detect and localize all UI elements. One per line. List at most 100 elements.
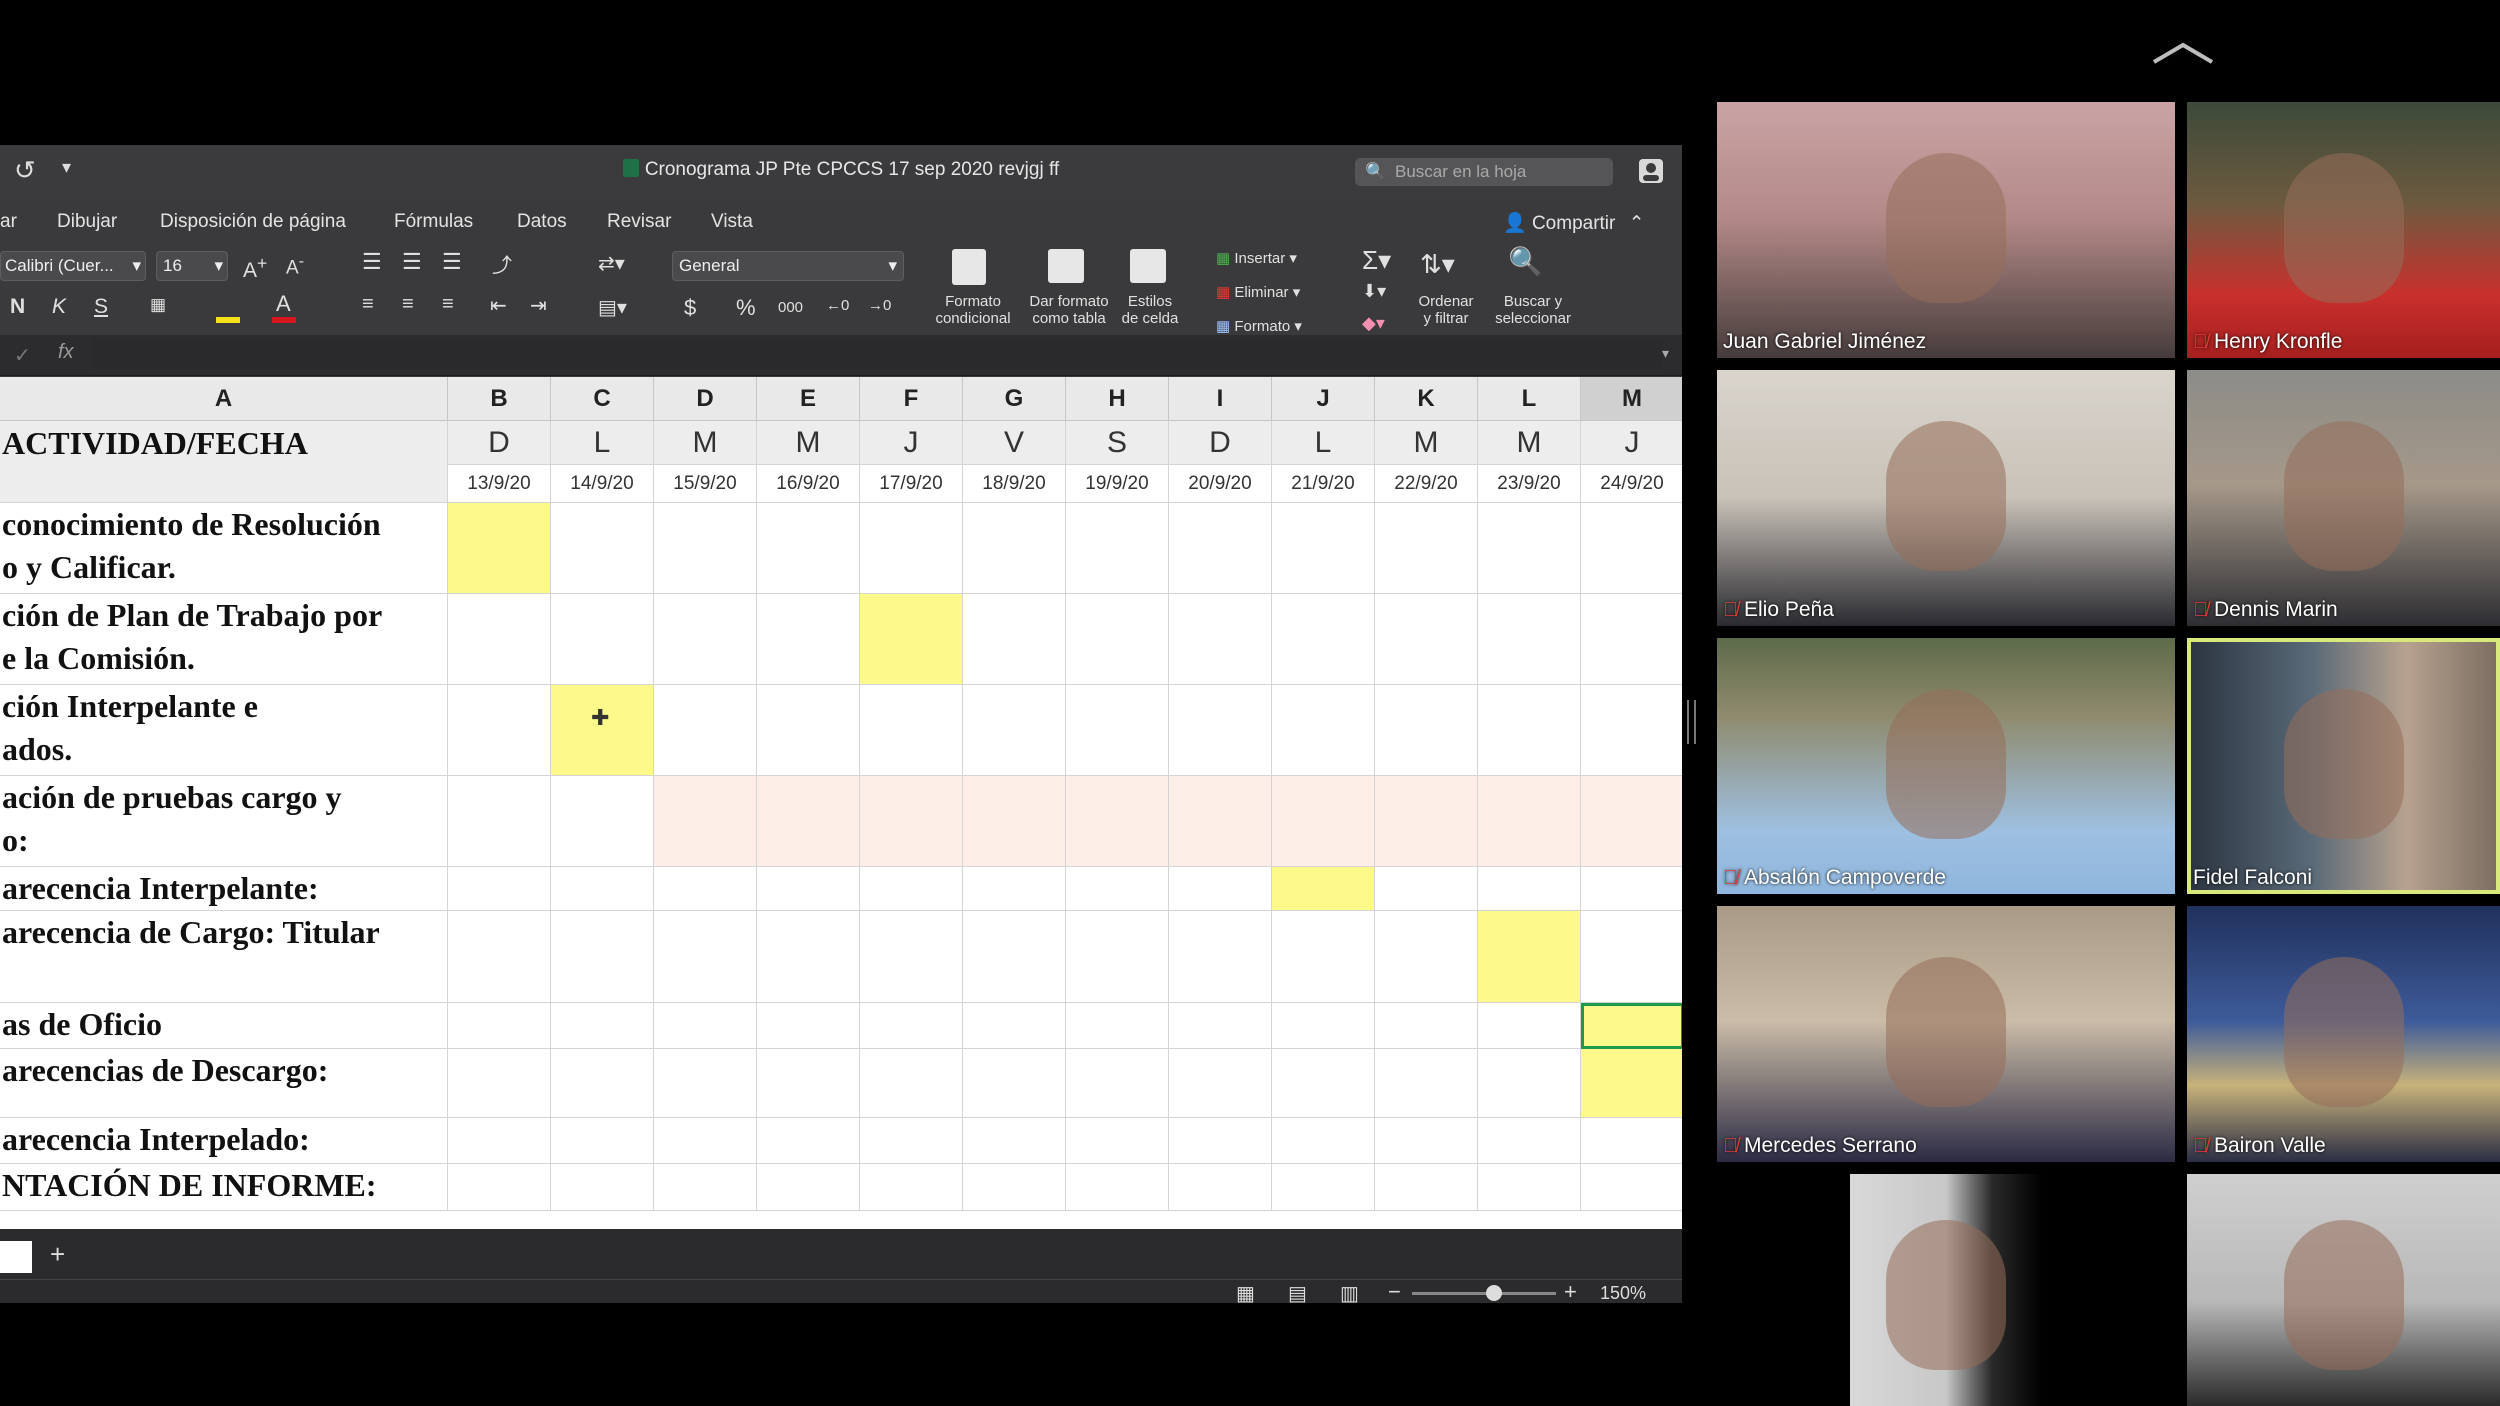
schedule-cell[interactable] bbox=[551, 1164, 654, 1211]
schedule-cell[interactable] bbox=[860, 1003, 963, 1049]
schedule-cell[interactable] bbox=[1478, 1049, 1581, 1118]
schedule-cell[interactable] bbox=[963, 685, 1066, 776]
participant-tile[interactable]: 🎙̸ Mercedes Serrano bbox=[1717, 906, 2175, 1162]
font-name-select[interactable]: Calibri (Cuer... ▾ bbox=[0, 251, 146, 281]
day-cell[interactable]: M bbox=[757, 421, 860, 465]
activity-cell[interactable]: arecencias de Descargo: bbox=[0, 1049, 448, 1118]
column-header-f[interactable]: F bbox=[860, 377, 963, 421]
schedule-cell[interactable] bbox=[1478, 776, 1581, 867]
align-right-icon[interactable]: ≡ bbox=[442, 293, 454, 316]
schedule-cell[interactable] bbox=[551, 594, 654, 685]
participant-tile[interactable]: 🎙̸ Absalón Campoverde bbox=[1717, 638, 2175, 894]
schedule-cell[interactable] bbox=[963, 594, 1066, 685]
add-sheet-button[interactable]: + bbox=[50, 1239, 65, 1270]
schedule-cell[interactable] bbox=[1066, 911, 1169, 1003]
zoom-in-button[interactable]: + bbox=[1564, 1279, 1577, 1303]
schedule-cell[interactable] bbox=[448, 867, 551, 911]
delete-button[interactable]: ▦ Eliminar ▾ bbox=[1216, 283, 1300, 301]
day-cell[interactable]: M bbox=[1478, 421, 1581, 465]
schedule-cell[interactable] bbox=[1581, 594, 1682, 685]
align-middle-icon[interactable]: ☰ bbox=[402, 249, 422, 275]
sort-filter-label[interactable]: Ordenar y filtrar bbox=[1408, 293, 1484, 327]
sheet-tab[interactable] bbox=[0, 1241, 32, 1273]
panel-splitter[interactable] bbox=[1687, 700, 1696, 744]
participant-tile[interactable] bbox=[2187, 1174, 2500, 1406]
bold-button[interactable]: N bbox=[10, 295, 25, 319]
highlighted-cell[interactable]: ✚ bbox=[551, 685, 654, 776]
schedule-cell[interactable] bbox=[654, 1049, 757, 1118]
schedule-cell[interactable] bbox=[963, 911, 1066, 1003]
formula-input[interactable] bbox=[92, 339, 1662, 369]
highlighted-cell[interactable] bbox=[1478, 911, 1581, 1003]
schedule-cell[interactable] bbox=[1581, 867, 1682, 911]
font-color-button[interactable] bbox=[272, 317, 296, 323]
schedule-cell[interactable] bbox=[1375, 594, 1478, 685]
tab-dibujar[interactable]: Dibujar bbox=[57, 211, 117, 233]
date-cell[interactable]: 18/9/20 bbox=[963, 465, 1066, 503]
schedule-cell[interactable] bbox=[448, 594, 551, 685]
tab-vista[interactable]: Vista bbox=[711, 211, 753, 233]
activity-cell[interactable]: arecencia Interpelante: bbox=[0, 867, 448, 911]
page-break-icon[interactable]: ▥ bbox=[1340, 1281, 1359, 1303]
highlighted-cell[interactable] bbox=[1581, 1049, 1682, 1118]
activity-header-cell[interactable]: ACTIVIDAD/FECHA bbox=[0, 421, 448, 503]
activity-cell[interactable]: conocimiento de Resolución o y Calificar. bbox=[0, 503, 448, 594]
schedule-cell[interactable] bbox=[1375, 911, 1478, 1003]
clear-icon[interactable]: ◆▾ bbox=[1362, 313, 1385, 334]
find-select-icon[interactable]: 🔍 bbox=[1508, 245, 1543, 278]
schedule-cell[interactable] bbox=[1478, 1118, 1581, 1164]
schedule-cell[interactable] bbox=[448, 1164, 551, 1211]
schedule-cell[interactable] bbox=[448, 911, 551, 1003]
schedule-cell[interactable] bbox=[757, 911, 860, 1003]
highlighted-cell[interactable] bbox=[1581, 1003, 1682, 1049]
schedule-cell[interactable] bbox=[551, 1049, 654, 1118]
schedule-cell[interactable] bbox=[1581, 911, 1682, 1003]
page-layout-icon[interactable]: ▤ bbox=[1288, 1281, 1307, 1303]
schedule-cell[interactable] bbox=[551, 776, 654, 867]
increase-decimal-icon[interactable]: ←0 bbox=[826, 297, 849, 314]
cell-styles-button[interactable] bbox=[1120, 249, 1182, 289]
align-left-icon[interactable]: ≡ bbox=[362, 293, 374, 316]
schedule-cell[interactable] bbox=[551, 1118, 654, 1164]
spreadsheet-grid[interactable]: A B C D E F G H I J K L M ACTIVIDAD/FECHA D L M M J V S D L M M J… bbox=[0, 377, 1682, 1229]
schedule-cell[interactable] bbox=[654, 1164, 757, 1211]
schedule-cell[interactable] bbox=[551, 911, 654, 1003]
date-cell[interactable]: 24/9/20 bbox=[1581, 465, 1682, 503]
schedule-cell[interactable] bbox=[1375, 867, 1478, 911]
conditional-format-button[interactable] bbox=[940, 249, 1002, 289]
schedule-cell[interactable] bbox=[1066, 867, 1169, 911]
schedule-cell[interactable] bbox=[1169, 776, 1272, 867]
schedule-cell[interactable] bbox=[1478, 594, 1581, 685]
highlighted-cell[interactable] bbox=[448, 503, 551, 594]
schedule-cell[interactable] bbox=[1169, 685, 1272, 776]
decrease-font-icon[interactable]: A- bbox=[286, 253, 304, 279]
format-as-table-button[interactable] bbox=[1036, 249, 1098, 289]
column-header-g[interactable]: G bbox=[963, 377, 1066, 421]
schedule-cell[interactable] bbox=[963, 1164, 1066, 1211]
activity-cell[interactable]: ción de Plan de Trabajo por e la Comisión… bbox=[0, 594, 448, 685]
schedule-cell[interactable] bbox=[1581, 1118, 1682, 1164]
schedule-cell[interactable] bbox=[1478, 503, 1581, 594]
number-format-select[interactable]: General ▾ bbox=[672, 251, 904, 281]
participant-tile[interactable]: 🎙̸ Bairon Valle bbox=[2187, 906, 2500, 1162]
column-header-l[interactable]: L bbox=[1478, 377, 1581, 421]
date-cell[interactable]: 14/9/20 bbox=[551, 465, 654, 503]
schedule-cell[interactable] bbox=[757, 1118, 860, 1164]
schedule-cell[interactable] bbox=[1375, 1003, 1478, 1049]
schedule-cell[interactable] bbox=[1272, 1118, 1375, 1164]
activity-cell[interactable]: NTACIÓN DE INFORME: bbox=[0, 1164, 448, 1211]
schedule-cell[interactable] bbox=[1169, 503, 1272, 594]
schedule-cell[interactable] bbox=[1169, 1003, 1272, 1049]
column-header-m[interactable]: M bbox=[1581, 377, 1682, 421]
schedule-cell[interactable] bbox=[1581, 1164, 1682, 1211]
column-header-a[interactable]: A bbox=[0, 377, 448, 421]
schedule-cell[interactable] bbox=[1066, 594, 1169, 685]
underline-button[interactable]: S bbox=[94, 295, 108, 319]
schedule-cell[interactable] bbox=[654, 776, 757, 867]
participant-tile[interactable]: Fidel Falconi bbox=[2187, 638, 2500, 894]
autosum-icon[interactable]: Σ▾ bbox=[1362, 245, 1391, 276]
schedule-cell[interactable] bbox=[963, 867, 1066, 911]
italic-button[interactable]: K bbox=[52, 295, 66, 319]
schedule-cell[interactable] bbox=[757, 1003, 860, 1049]
participant-tile[interactable]: 🎙̸ Elio Peña bbox=[1717, 370, 2175, 626]
